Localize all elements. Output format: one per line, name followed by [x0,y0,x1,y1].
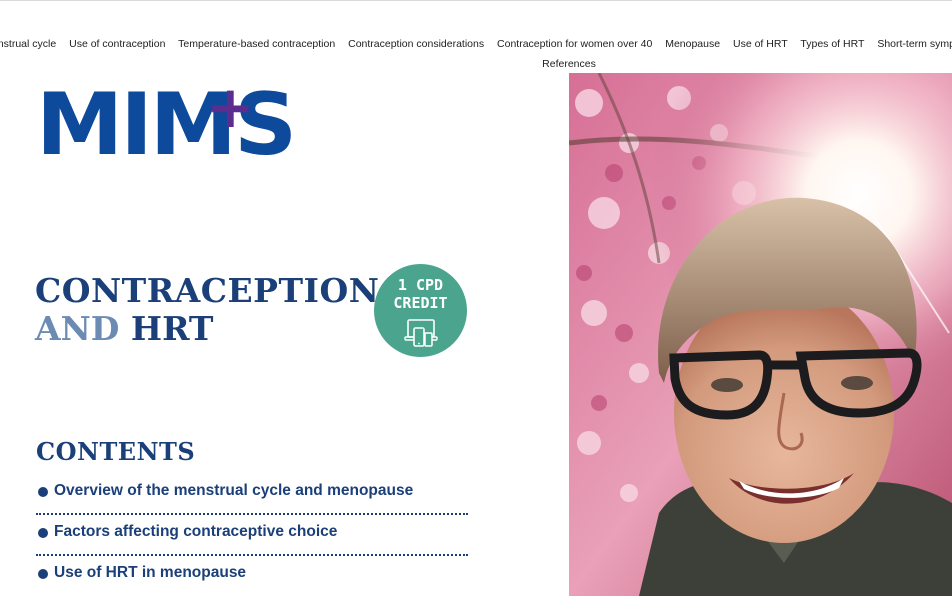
bullet-icon [38,487,48,497]
nav-row: References [0,58,952,70]
contents-heading: CONTENTS [36,437,196,466]
nav-link-menopause[interactable]: Menopause [665,38,720,50]
title-hrt: HRT [130,309,214,348]
nav-link-short-term-symptom-management[interactable]: Short-term symptom manageme [877,38,952,50]
contents-item-label: Factors affecting contraceptive choice [54,523,338,540]
cpd-credit-badge: 1 CPD CREDIT [374,264,467,357]
top-navigation: enstrual cycle Use of contraception Temp… [0,0,952,72]
page: enstrual cycle Use of contraception Temp… [0,0,952,596]
contents-item-label: Use of HRT in menopause [54,564,247,581]
contents-item[interactable]: Factors affecting contraceptive choice [36,515,468,556]
devices-icon [404,319,438,347]
badge-credit-text: CREDIT [393,294,448,312]
nav-link-use-of-contraception[interactable]: Use of contraception [69,38,165,50]
bullet-icon [38,528,48,538]
logo-wordmark: MIMS [36,75,297,175]
contents-item-label: Overview of the menstrual cycle and meno… [54,482,414,499]
nav-link-use-of-hrt[interactable]: Use of HRT [733,38,788,50]
nav-link-menstrual-cycle[interactable]: enstrual cycle [0,38,56,50]
mims-logo[interactable]: MIMS + [36,78,297,182]
nav-link-contraception-considerations[interactable]: Contraception considerations [348,38,484,50]
logo-plus: + [206,73,255,141]
badge-cpd-text: 1 CPD [397,276,444,294]
page-title: CONTRACEPTION AND HRT [35,272,379,348]
contents-section: CONTENTS Overview of the menstrual cycle… [36,436,468,596]
hero-photo-illustration [569,73,952,596]
nav-row: enstrual cycle Use of contraception Temp… [0,38,952,50]
nav-link-types-of-hrt[interactable]: Types of HRT [800,38,864,50]
nav-link-contraception-over-40[interactable]: Contraception for women over 40 [497,38,652,50]
title-line-and-hrt: AND HRT [35,310,379,348]
nav-link-references[interactable]: References [542,58,596,70]
contents-item[interactable]: Use of HRT in menopause [36,556,468,596]
title-line-contraception: CONTRACEPTION [35,271,380,310]
title-and: AND [35,309,120,348]
bullet-icon [38,569,48,579]
hero-image [569,73,952,596]
contents-item[interactable]: Overview of the menstrual cycle and meno… [36,474,468,515]
nav-link-temperature-based-contraception[interactable]: Temperature-based contraception [178,38,335,50]
